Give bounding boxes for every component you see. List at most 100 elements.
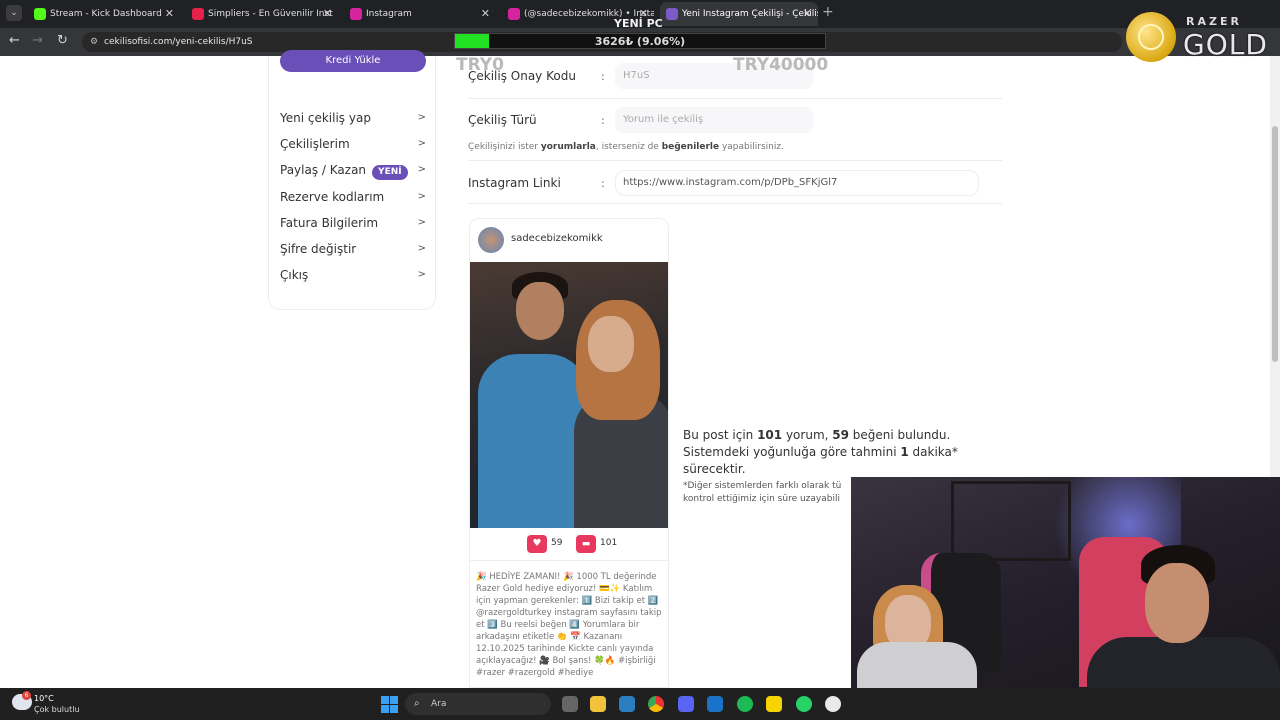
giveaway-type-label: Çekiliş Türü: [468, 113, 537, 127]
goal-start-amount: TRY0: [456, 55, 504, 75]
simpliers-icon: [192, 8, 204, 20]
chevron-right-icon: >: [417, 269, 426, 280]
post-stats: ♥ 59 ▬ 101: [470, 534, 668, 560]
sidebar-item-share-earn[interactable]: Paylaş / Kazan YENİ >: [280, 160, 426, 180]
windows-start-icon[interactable]: [381, 696, 398, 713]
instagram-post-preview: sadecebizekomikk ♥ 59 ▬ 101 🎉 HEDİYE ZAM…: [469, 218, 669, 688]
taskbar-search-input[interactable]: ⌕ Ara: [405, 693, 551, 715]
file-explorer-icon[interactable]: [590, 696, 606, 712]
tab-search-icon[interactable]: ⌄: [6, 5, 22, 21]
chevron-right-icon: >: [417, 138, 426, 149]
url-text: cekilisofisi.com/yeni-cekilis/H7uS: [104, 37, 253, 47]
comment-icon: ▬: [576, 535, 596, 553]
discord-icon[interactable]: [678, 696, 694, 712]
divider: [468, 160, 1002, 161]
back-icon[interactable]: ←: [9, 33, 20, 48]
heart-icon: ♥: [527, 535, 547, 553]
like-count: 59: [551, 538, 563, 548]
tab-instagram[interactable]: Instagram ✕: [344, 2, 496, 26]
goal-target-amount: TRY40000: [733, 55, 829, 75]
instagram-icon: [350, 8, 362, 20]
cekilis-icon: [666, 8, 678, 20]
chevron-right-icon: >: [417, 112, 426, 123]
weather-badge: 6: [22, 691, 31, 700]
comment-count: 101: [600, 538, 618, 548]
sidebar-item-logout[interactable]: Çıkış >: [280, 265, 426, 285]
tab-label: Instagram: [366, 9, 412, 19]
giveaway-type-hint: Çekilişinizi ister yorumlarla, isterseni…: [468, 142, 784, 152]
post-image[interactable]: [470, 262, 668, 528]
webcam-overlay: [851, 477, 1280, 688]
chevron-right-icon: >: [417, 217, 426, 228]
close-icon[interactable]: ✕: [165, 2, 174, 26]
post-analysis-text: Bu post için 101 yorum, 59 beğeni bulund…: [683, 428, 958, 476]
tab-label: Simpliers - En Güvenilir Inst: [208, 9, 333, 19]
sidebar-item-label: Çekilişlerim: [280, 137, 350, 151]
chevron-right-icon: >: [417, 243, 426, 254]
chrome-icon[interactable]: [648, 696, 664, 712]
donation-progress-bar: 3626₺ (9.06%): [454, 33, 826, 49]
post-caption: 🎉 HEDİYE ZAMANI! 🎉 1000 TL değerinde Raz…: [476, 572, 665, 678]
sticky-notes-icon[interactable]: [766, 696, 782, 712]
kick-icon: [34, 8, 46, 20]
chevron-right-icon: >: [417, 164, 426, 175]
site-info-icon[interactable]: ⚙: [90, 32, 98, 52]
sidebar-item-my-giveaways[interactable]: Çekilişlerim >: [280, 134, 426, 154]
scrollbar-thumb[interactable]: [1272, 126, 1278, 362]
load-credit-button[interactable]: Kredi Yükle: [280, 50, 426, 72]
close-icon[interactable]: ✕: [323, 2, 332, 26]
goal-title: YENİ PC: [614, 17, 663, 30]
close-icon[interactable]: ✕: [803, 2, 812, 26]
tab-simpliers[interactable]: Simpliers - En Güvenilir Inst ✕: [186, 2, 338, 26]
sidebar-item-label: Yeni çekiliş yap: [280, 111, 371, 125]
spotify-icon[interactable]: [737, 696, 753, 712]
avatar: [478, 227, 504, 253]
brand-top-text: RAZER: [1186, 15, 1242, 28]
close-icon[interactable]: ✕: [481, 2, 490, 26]
sidebar-item-reserve-codes[interactable]: Rezerve kodlarım >: [280, 187, 426, 207]
brand-main-text: GOLD: [1183, 28, 1268, 61]
chatgpt-icon[interactable]: [825, 696, 841, 712]
windows-taskbar: 6 10°C Çok bulutlu ⌕ Ara: [0, 688, 1280, 720]
forward-icon[interactable]: →: [32, 33, 43, 48]
reload-icon[interactable]: ↻: [57, 33, 68, 48]
sidebar-item-new-giveaway[interactable]: Yeni çekiliş yap >: [280, 108, 426, 128]
progress-text: 3626₺ (9.06%): [594, 35, 686, 48]
search-icon: ⌕: [414, 698, 420, 709]
outlook-icon[interactable]: [707, 696, 723, 712]
divider: [468, 203, 1002, 204]
sidebar-item-label: Şifre değiştir: [280, 242, 357, 256]
chevron-right-icon: >: [417, 191, 426, 202]
sidebar-item-invoice-info[interactable]: Fatura Bilgilerim >: [280, 213, 426, 233]
razer-snake-icon: [1138, 24, 1164, 50]
sidebar-item-label: Rezerve kodlarım: [280, 190, 385, 204]
search-placeholder: Ara: [431, 699, 447, 709]
instagram-link-label: Instagram Linki: [468, 176, 561, 190]
instagram-link-field[interactable]: https://www.instagram.com/p/DPb_SFKjGl7: [615, 170, 979, 196]
weather-condition[interactable]: Çok bulutlu: [34, 705, 80, 714]
account-sidebar: Kredi Yükle Yeni çekiliş yap > Çekilişle…: [268, 50, 436, 310]
sidebar-item-change-password[interactable]: Şifre değiştir >: [280, 239, 426, 259]
tab-cekilis-active[interactable]: Yeni Instagram Çekilişi - Çekiliş ✕: [660, 2, 818, 26]
giveaway-type-select[interactable]: Yorum ile çekiliş: [615, 107, 813, 133]
colon: :: [601, 177, 605, 190]
sidebar-item-label: Paylaş / Kazan: [280, 163, 367, 177]
sidebar-item-label: Fatura Bilgilerim: [280, 216, 379, 230]
tab-label: Yeni Instagram Çekilişi - Çekiliş: [682, 9, 818, 19]
post-username: sadecebizekomikk: [511, 233, 603, 244]
post-analysis-note: *Diğer sistemlerden farklı olarak tü kont…: [683, 481, 842, 504]
instagram-icon: [508, 8, 520, 20]
task-view-icon[interactable]: [562, 696, 578, 712]
tab-kick-dashboard[interactable]: Stream - Kick Dashboard ✕: [28, 2, 180, 26]
tab-label: Stream - Kick Dashboard: [50, 9, 162, 19]
weather-temperature[interactable]: 10°C: [34, 694, 54, 703]
steam-icon[interactable]: [619, 696, 635, 712]
sidebar-item-label: Çıkış: [280, 268, 309, 282]
new-tab-icon[interactable]: +: [822, 4, 834, 20]
divider: [470, 560, 668, 561]
whatsapp-icon[interactable]: [796, 696, 812, 712]
new-badge: YENİ: [372, 165, 408, 180]
divider: [468, 98, 1002, 99]
colon: :: [601, 114, 605, 127]
colon: :: [601, 70, 605, 83]
